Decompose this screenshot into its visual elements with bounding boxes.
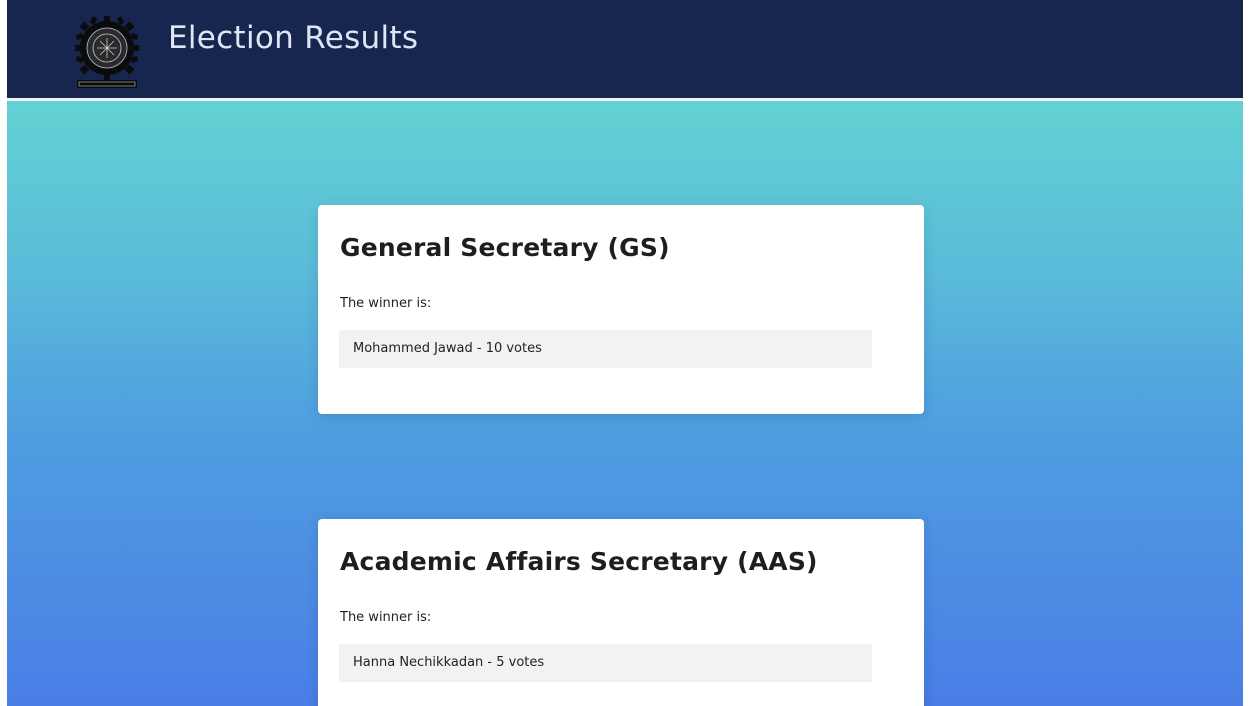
winner-label: The winner is: (340, 296, 432, 311)
site-header: Election Results (7, 0, 1243, 101)
position-card-gs: General Secretary (GS) The winner is: Mo… (318, 205, 924, 414)
page-title: Election Results (168, 20, 419, 56)
page-frame: Election Results General Secretary (GS) … (7, 0, 1243, 706)
institute-emblem-icon (75, 16, 139, 88)
winner-result: Mohammed Jawad - 10 votes (339, 330, 872, 368)
winner-label: The winner is: (340, 610, 432, 625)
position-title: Academic Affairs Secretary (AAS) (340, 547, 818, 576)
winner-result: Hanna Nechikkadan - 5 votes (339, 644, 872, 682)
position-title: General Secretary (GS) (340, 233, 670, 262)
position-card-aas: Academic Affairs Secretary (AAS) The win… (318, 519, 924, 706)
